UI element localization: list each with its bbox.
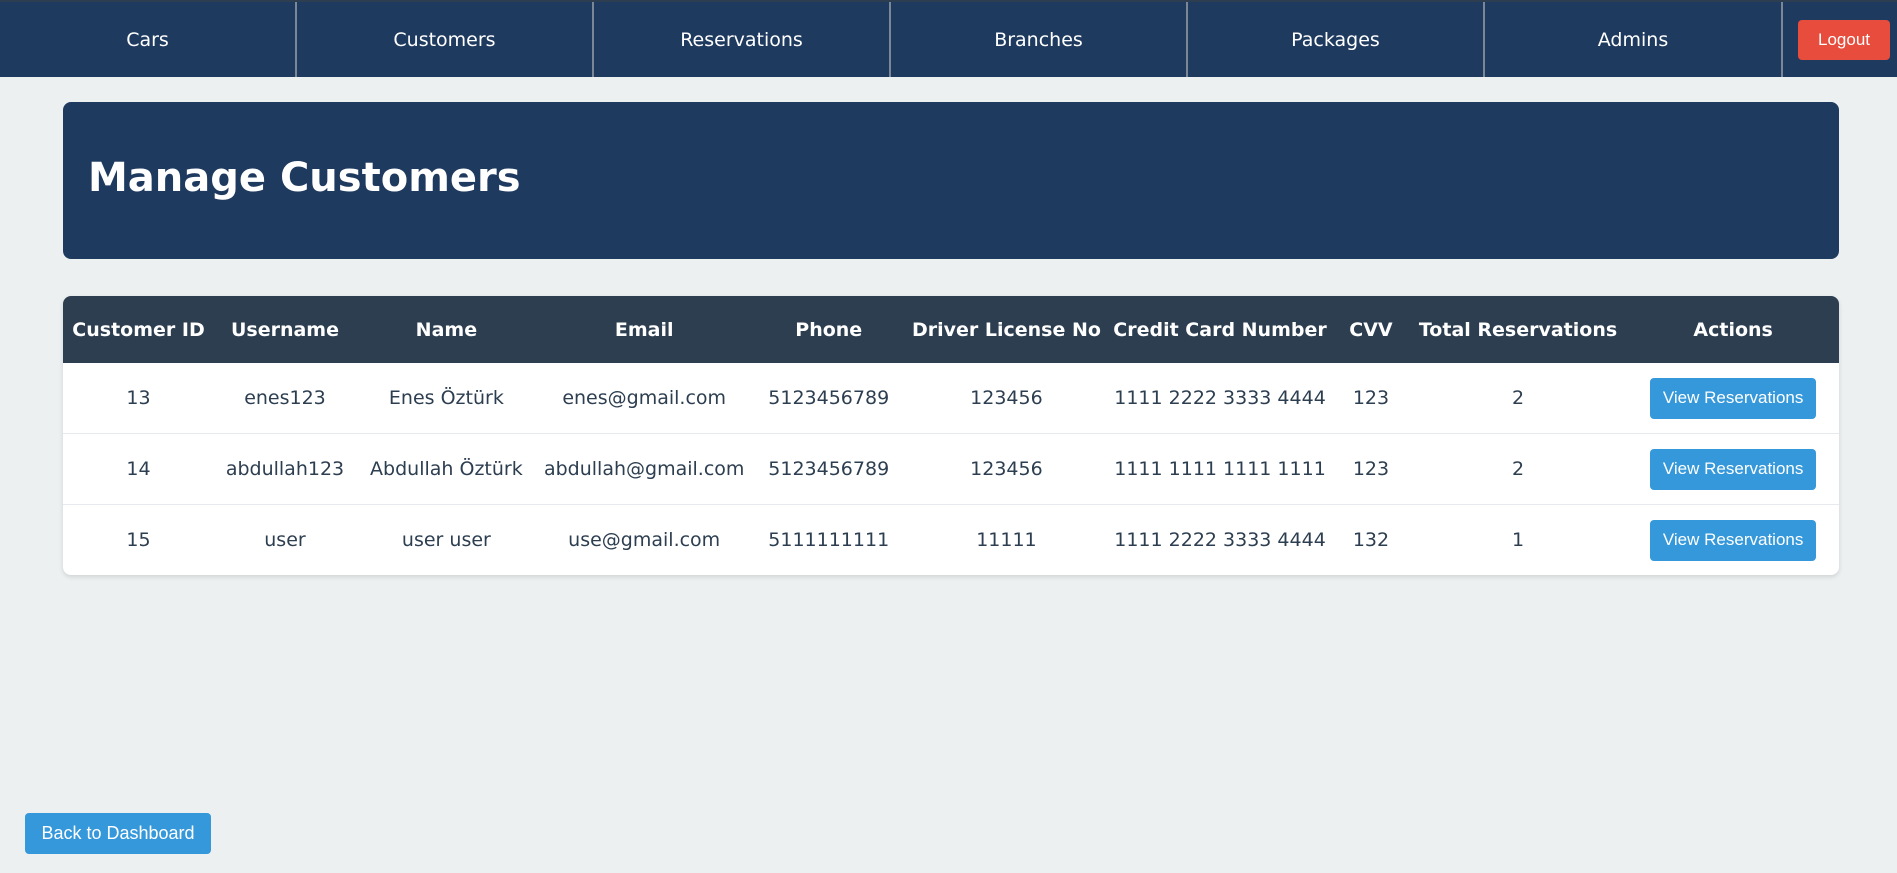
table-body: 13 enes123 Enes Öztürk enes@gmail.com 51… — [63, 363, 1839, 575]
customers-table: Customer ID Username Name Email Phone Dr… — [63, 296, 1839, 575]
view-reservations-button[interactable]: View Reservations — [1650, 448, 1817, 490]
cell-total-reservations: 2 — [1511, 387, 1525, 409]
cell-total-reservations: 2 — [1408, 433, 1628, 505]
cell-name: user user — [355, 504, 537, 575]
cell-cvv: 123 — [1333, 433, 1409, 505]
view-reservations-button[interactable]: View Reservations — [1650, 377, 1817, 419]
cell-total-reservations: 1 — [1408, 504, 1628, 575]
cell-phone: 5123456789 — [751, 433, 906, 505]
cell-driver-license: 123456 — [905, 433, 1107, 505]
nav-item-packages[interactable]: Packages — [1188, 2, 1485, 77]
cell-email: use@gmail.com — [536, 504, 752, 575]
nav-item-cars[interactable]: Cars — [0, 2, 297, 77]
nav-item-reservations[interactable]: Reservations — [594, 2, 891, 77]
cell-name: Enes Öztürk — [388, 387, 504, 409]
cell-username: enes123 — [244, 387, 326, 409]
view-reservations-button[interactable]: View Reservations — [1650, 519, 1817, 561]
column-header-driver-license: Driver License No — [911, 318, 1101, 341]
page-title: Manage Customers — [88, 155, 521, 201]
table-row: 14 abdullah123 Abdullah Öztürk abdullah@… — [63, 433, 1839, 505]
table-header-row: Customer ID Username Name Email Phone Dr… — [63, 296, 1839, 363]
cell-actions: View Reservations — [1627, 363, 1839, 434]
column-header-cvv: CVV — [1349, 318, 1393, 341]
column-header-customer-id: Customer ID — [72, 318, 205, 341]
column-header-username: Username — [230, 318, 339, 341]
table-header: Customer ID Username Name Email Phone Dr… — [63, 296, 1839, 363]
back-to-dashboard-button[interactable]: Back to Dashboard — [25, 813, 211, 854]
cell-phone: 5123456789 — [768, 387, 890, 409]
logout-container: Logout — [1783, 2, 1897, 77]
logout-button[interactable]: Logout — [1798, 20, 1890, 60]
customers-table-card: Customer ID Username Name Email Phone Dr… — [63, 296, 1839, 575]
nav-item-branches[interactable]: Branches — [891, 2, 1188, 77]
cell-actions: View Reservations — [1627, 433, 1839, 505]
cell-actions: View Reservations — [1627, 504, 1839, 575]
cell-username: abdullah123 — [214, 433, 356, 505]
column-header-actions: Actions — [1693, 318, 1773, 341]
cell-credit-card: 1111 2222 3333 4444 — [1106, 504, 1334, 575]
cell-phone: 5111111111 — [751, 504, 906, 575]
cell-cvv: 123 — [1352, 387, 1390, 409]
nav-item-customers[interactable]: Customers — [297, 2, 594, 77]
table-row: 13 enes123 Enes Öztürk enes@gmail.com 51… — [63, 363, 1839, 434]
table-row: 15 user user user use@gmail.com 51111111… — [63, 504, 1839, 575]
cell-customer-id: 14 — [63, 433, 215, 505]
cell-driver-license: 123456 — [970, 387, 1043, 409]
cell-email: enes@gmail.com — [562, 387, 727, 409]
column-header-phone: Phone — [795, 318, 863, 341]
cell-customer-id: 13 — [126, 387, 151, 409]
cell-name: Abdullah Öztürk — [355, 433, 537, 505]
cell-credit-card: 1111 1111 1111 1111 — [1106, 433, 1334, 505]
cell-credit-card: 1111 2222 3333 4444 — [1114, 387, 1326, 409]
top-navbar: Cars Customers Reservations Branches Pac… — [0, 0, 1897, 77]
column-header-total-reservations: Total Reservations — [1418, 318, 1618, 341]
cell-driver-license: 11111 — [905, 504, 1107, 575]
nav-item-admins[interactable]: Admins — [1485, 2, 1783, 77]
column-header-credit-card: Credit Card Number — [1113, 318, 1327, 341]
column-header-name: Name — [415, 318, 478, 341]
cell-customer-id: 15 — [63, 504, 215, 575]
cell-email: abdullah@gmail.com — [536, 433, 752, 505]
page-header: Manage Customers — [63, 102, 1839, 259]
cell-username: user — [214, 504, 356, 575]
column-header-email: Email — [614, 318, 674, 341]
cell-cvv: 132 — [1333, 504, 1409, 575]
